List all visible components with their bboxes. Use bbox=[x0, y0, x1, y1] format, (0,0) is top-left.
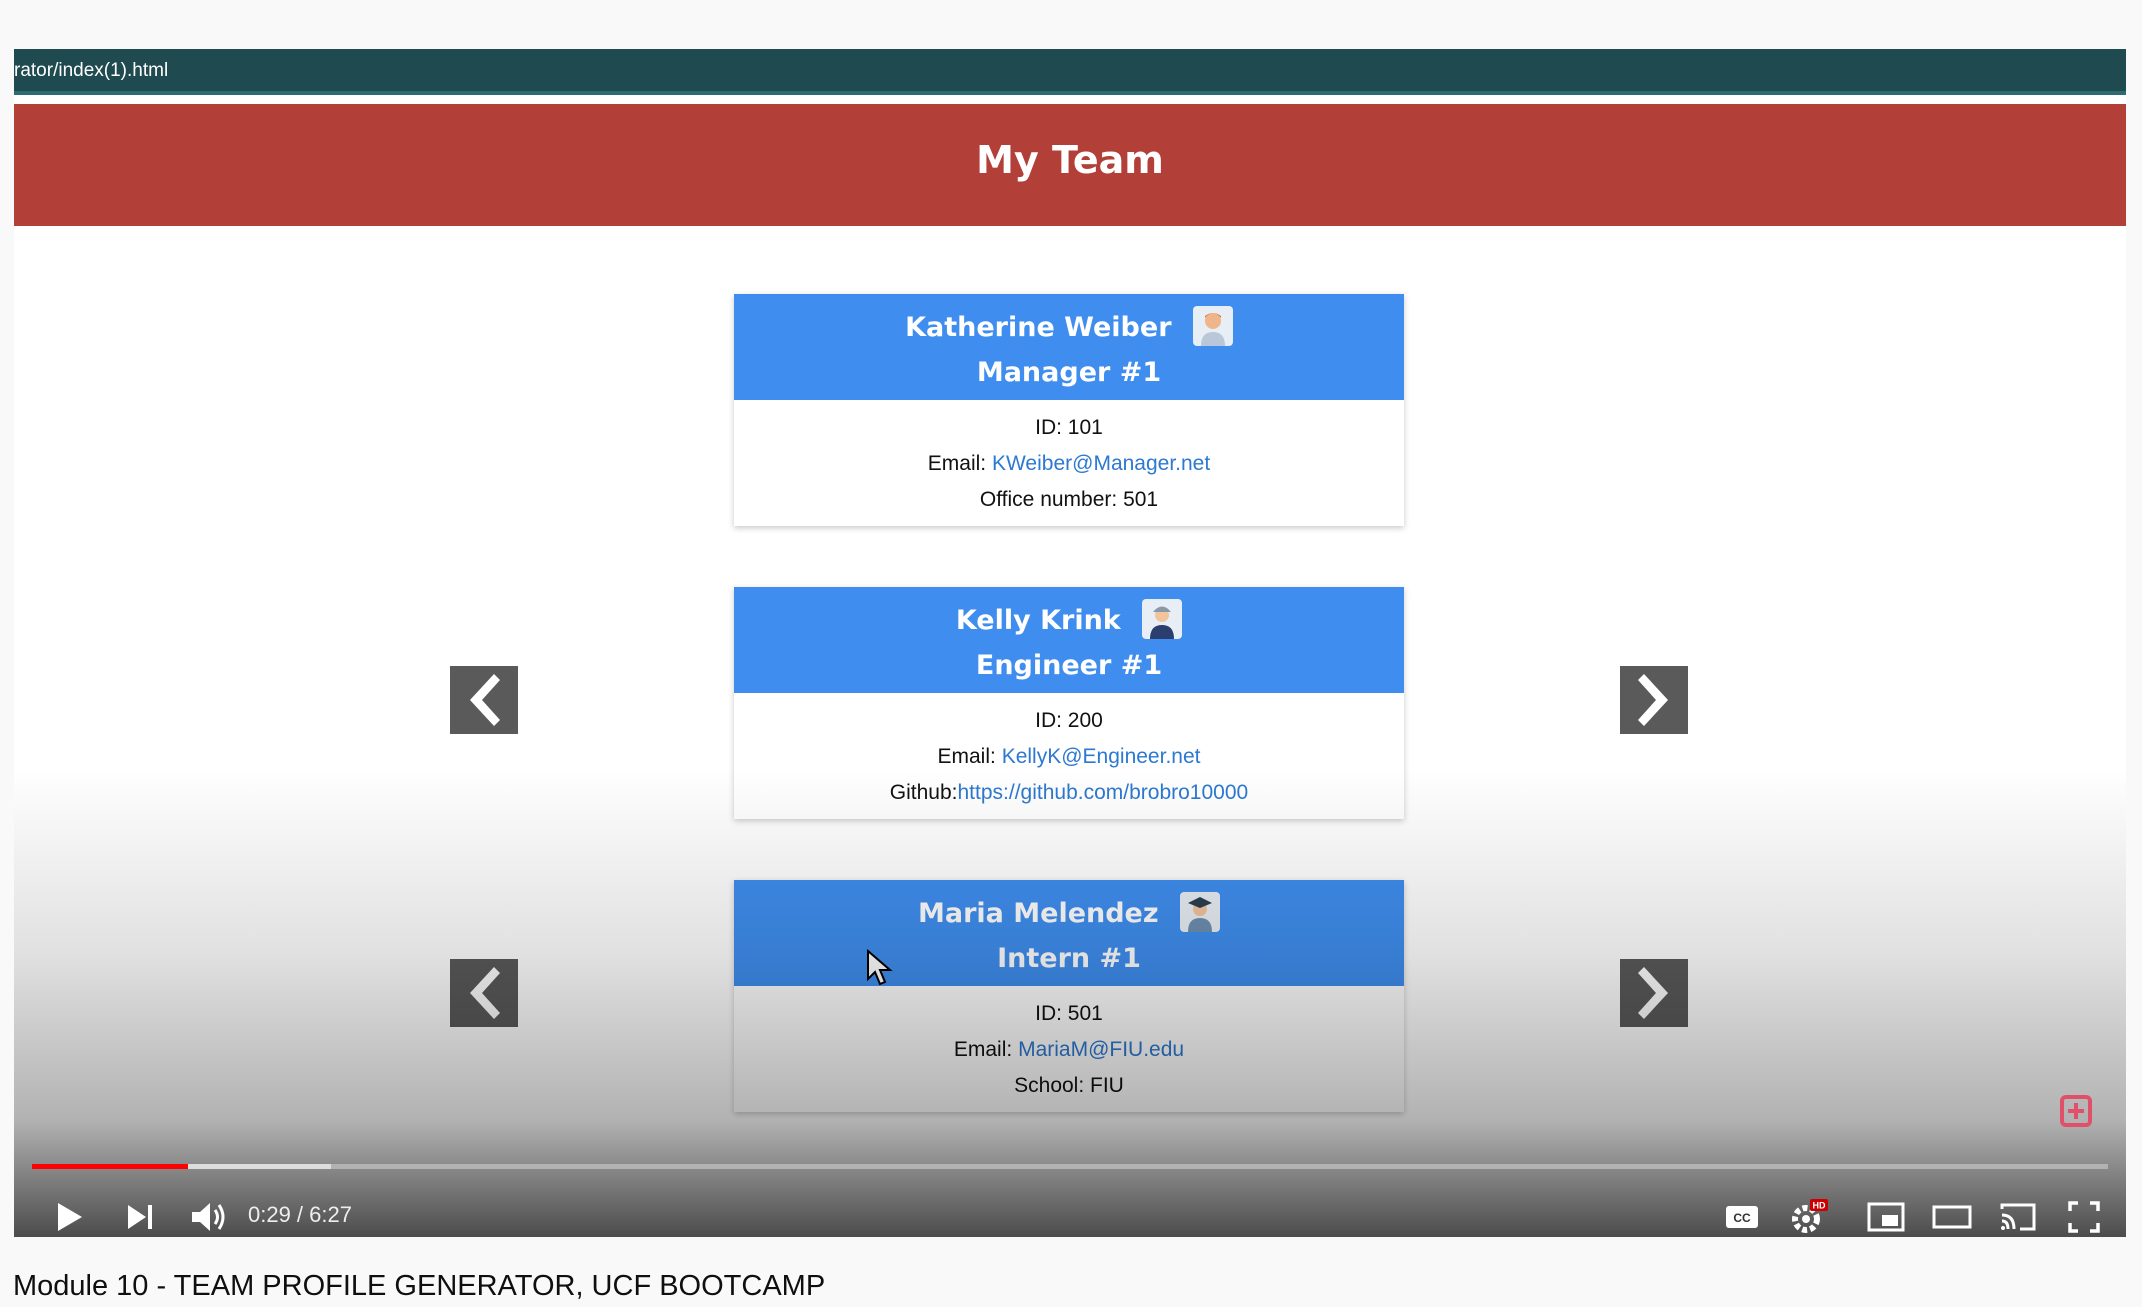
team-card-intern: Maria Melendez Intern #1 ID: 501 Email: … bbox=[734, 880, 1404, 1112]
mouse-cursor-icon bbox=[866, 948, 894, 987]
svg-text:CC: CC bbox=[1733, 1211, 1751, 1225]
miniplayer-icon[interactable] bbox=[1864, 1195, 1908, 1237]
progress-bar[interactable] bbox=[32, 1164, 2108, 1169]
school: School: FIU bbox=[1014, 1074, 1124, 1097]
card-header: Kelly Krink Engineer #1 bbox=[734, 587, 1404, 693]
member-name: Maria Melendez bbox=[917, 898, 1159, 929]
email-link[interactable]: MariaM@FIU.edu bbox=[1018, 1038, 1184, 1061]
card-header: Maria Melendez Intern #1 bbox=[734, 880, 1404, 986]
next-video-icon[interactable] bbox=[118, 1195, 162, 1237]
member-id: ID: 101 bbox=[1035, 416, 1103, 439]
hd-badge: HD bbox=[1813, 1201, 1826, 1211]
fullscreen-icon[interactable] bbox=[2062, 1195, 2106, 1237]
member-role: Manager #1 bbox=[976, 357, 1162, 388]
captions-icon[interactable]: CC bbox=[1720, 1195, 1764, 1237]
email-label: Email: bbox=[937, 745, 996, 768]
member-name: Kelly Krink bbox=[955, 605, 1121, 636]
github-link[interactable]: https://github.com/brobro10000 bbox=[958, 781, 1249, 804]
cast-icon[interactable] bbox=[1996, 1195, 2040, 1237]
intern-avatar-icon bbox=[1180, 891, 1220, 932]
next-arrow-icon[interactable] bbox=[1620, 666, 1688, 734]
member-role: Engineer #1 bbox=[975, 650, 1163, 681]
url-text: rator/index(1).html bbox=[14, 60, 169, 81]
video-title: Module 10 - TEAM PROFILE GENERATOR, UCF … bbox=[13, 1270, 826, 1302]
member-id: ID: 501 bbox=[1035, 1002, 1103, 1025]
page-heading: My Team bbox=[976, 138, 1164, 182]
prev-arrow-icon[interactable] bbox=[450, 666, 518, 734]
channel-watermark-icon[interactable] bbox=[2056, 1093, 2096, 1139]
office-number: Office number: 501 bbox=[979, 488, 1159, 511]
github-label: Github: bbox=[889, 781, 958, 804]
member-name: Katherine Weiber bbox=[905, 312, 1172, 343]
team-card-manager: Katherine Weiber Manager #1 ID: 101 Emai… bbox=[734, 294, 1404, 526]
email-label: Email: bbox=[953, 1038, 1013, 1061]
email-label: Email: bbox=[927, 452, 987, 475]
engineer-avatar-icon bbox=[1142, 598, 1183, 639]
browser-url-bar[interactable]: rator/index(1).html bbox=[14, 49, 2126, 95]
manager-avatar-icon bbox=[1192, 305, 1233, 346]
member-id: ID: 200 bbox=[1035, 709, 1103, 732]
email-link[interactable]: KWeiber@Manager.net bbox=[992, 452, 1210, 475]
settings-gear-icon[interactable]: HD bbox=[1786, 1195, 1830, 1237]
member-role: Intern #1 bbox=[997, 943, 1141, 974]
team-card-engineer: Kelly Krink Engineer #1 ID: 200 Email: K… bbox=[734, 587, 1404, 819]
volume-icon[interactable] bbox=[186, 1195, 230, 1237]
video-player[interactable]: rator/index(1).html My Team Katherine We… bbox=[14, 49, 2126, 1237]
play-icon[interactable] bbox=[46, 1195, 90, 1237]
progress-played bbox=[32, 1164, 188, 1169]
time-display: 0:29 / 6:27 bbox=[248, 1202, 352, 1227]
card-header: Katherine Weiber Manager #1 bbox=[734, 294, 1404, 400]
next-arrow-icon[interactable] bbox=[1620, 959, 1688, 1027]
email-link[interactable]: KellyK@Engineer.net bbox=[1002, 745, 1201, 768]
prev-arrow-icon[interactable] bbox=[450, 959, 518, 1027]
theater-mode-icon[interactable] bbox=[1930, 1195, 1974, 1237]
page-banner: My Team bbox=[14, 104, 2126, 226]
